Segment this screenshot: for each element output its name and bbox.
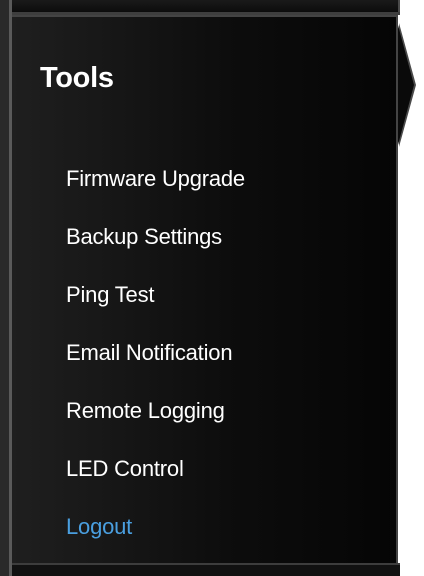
led-control-link[interactable]: LED Control bbox=[66, 456, 184, 482]
menu-item-email-notification: Email Notification bbox=[66, 324, 245, 382]
active-section-arrow-icon bbox=[398, 25, 414, 145]
menu-item-ping-test: Ping Test bbox=[66, 266, 245, 324]
menu-item-logout: Logout bbox=[66, 498, 245, 556]
menu-item-backup-settings: Backup Settings bbox=[66, 208, 245, 266]
backup-settings-link[interactable]: Backup Settings bbox=[66, 224, 222, 250]
remote-logging-link[interactable]: Remote Logging bbox=[66, 398, 225, 424]
ping-test-link[interactable]: Ping Test bbox=[66, 282, 154, 308]
menu-item-remote-logging: Remote Logging bbox=[66, 382, 245, 440]
logout-link[interactable]: Logout bbox=[66, 514, 132, 540]
previous-section-bar bbox=[12, 0, 400, 12]
menu-item-firmware-upgrade: Firmware Upgrade bbox=[66, 150, 245, 208]
next-section-bar bbox=[12, 563, 400, 576]
tools-menu: Firmware Upgrade Backup Settings Ping Te… bbox=[66, 150, 245, 556]
sidebar-frame-rail bbox=[0, 0, 9, 576]
tools-sidebar-window: Tools Firmware Upgrade Backup Settings P… bbox=[0, 0, 424, 576]
firmware-upgrade-link[interactable]: Firmware Upgrade bbox=[66, 166, 245, 192]
menu-item-led-control: LED Control bbox=[66, 440, 245, 498]
email-notification-link[interactable]: Email Notification bbox=[66, 340, 233, 366]
section-title-tools[interactable]: Tools bbox=[40, 62, 114, 95]
